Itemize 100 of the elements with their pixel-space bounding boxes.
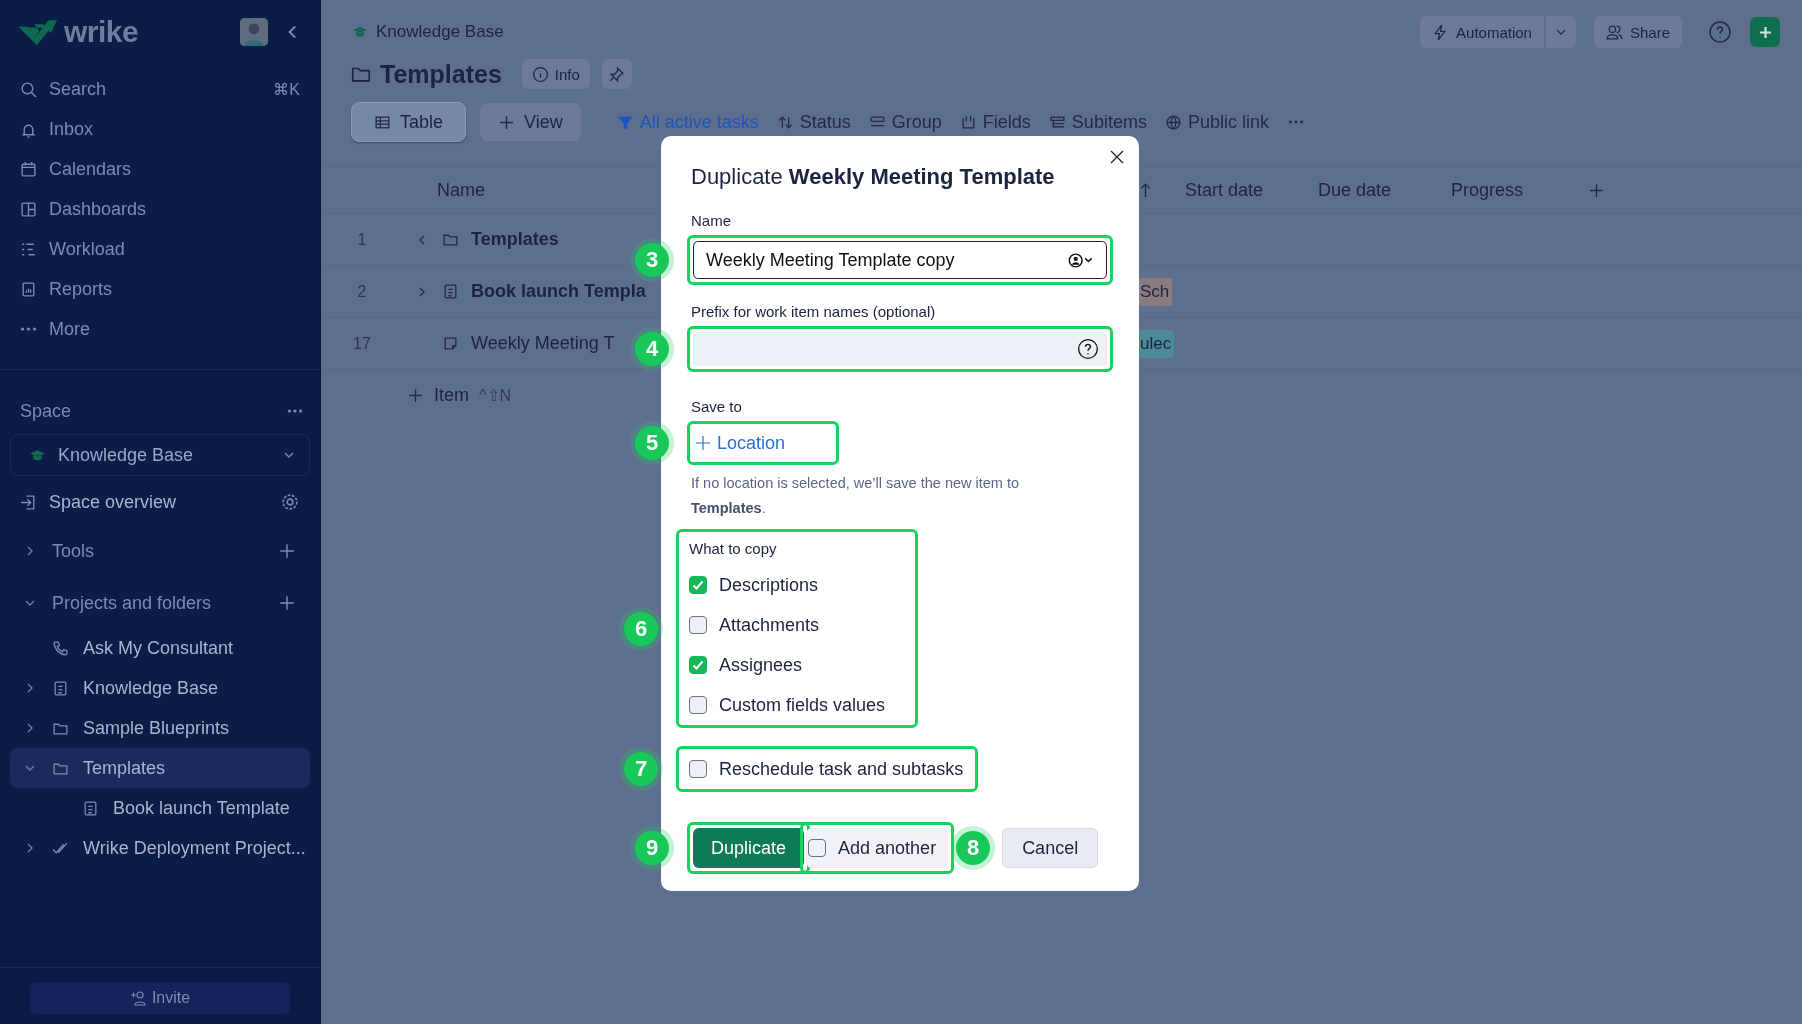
toolbar-button[interactable]: Public link: [1164, 111, 1269, 133]
dashboard-icon: [20, 200, 37, 218]
nav-item[interactable]: More: [0, 309, 320, 349]
duplicate-button[interactable]: Duplicate: [693, 828, 805, 868]
row-number: 2: [357, 282, 367, 301]
add-button[interactable]: [1750, 17, 1780, 47]
row-number: 1: [357, 230, 367, 249]
checkbox-label[interactable]: Add another: [838, 837, 937, 859]
column-header[interactable]: Start date: [1185, 179, 1264, 200]
search-icon: [20, 80, 37, 98]
tree-item[interactable]: Knowledge Base: [10, 668, 310, 708]
tree-item[interactable]: Wrike Deployment Project...: [10, 828, 310, 868]
checkbox[interactable]: [689, 616, 707, 634]
toolbar-button[interactable]: Group: [868, 111, 942, 133]
plus-icon: [1759, 26, 1771, 38]
step-badge: 4: [635, 332, 669, 366]
add-another-option[interactable]: Add another: [806, 828, 949, 868]
doc-icon: [82, 799, 99, 817]
checkmark-logo-icon: [18, 19, 58, 45]
tree-item[interactable]: Ask My Consultant: [10, 628, 310, 668]
nav-item[interactable]: Inbox: [0, 109, 320, 149]
nav-item[interactable]: Calendars: [0, 149, 320, 189]
column-header[interactable]: Name: [437, 179, 485, 201]
tree-item[interactable]: Templates: [10, 748, 310, 788]
row-title[interactable]: Templates: [471, 229, 559, 250]
section-header[interactable]: Projects and folders: [0, 578, 320, 628]
step-badge: 7: [624, 752, 658, 786]
add-item-link[interactable]: Item: [434, 384, 469, 406]
doc-icon: [52, 679, 69, 697]
column-header[interactable]: Due date: [1318, 179, 1392, 200]
pin-button[interactable]: [601, 59, 632, 89]
field-label: Name: [691, 212, 731, 229]
section-header[interactable]: Tools: [0, 526, 320, 576]
nav-item[interactable]: Search ⌘K: [0, 69, 320, 109]
nav-item[interactable]: Workload: [0, 229, 320, 269]
row-number: 17: [353, 334, 371, 353]
breadcrumb-link[interactable]: Knowledge Base: [376, 22, 504, 42]
info-button[interactable]: Info: [521, 59, 590, 89]
invite-button[interactable]: Invite: [30, 982, 290, 1014]
close-icon[interactable]: [1109, 149, 1125, 165]
name-field[interactable]: Weekly Meeting Template copy: [693, 241, 1107, 279]
share-button[interactable]: Share: [1593, 16, 1682, 48]
toolbar-button[interactable]: Subitems: [1048, 111, 1147, 133]
globe-icon: [1164, 113, 1182, 131]
toolbar-button[interactable]: Status: [776, 111, 851, 133]
field-label: Prefix for work item names (optional): [691, 303, 936, 320]
column-header[interactable]: Progress: [1451, 179, 1524, 200]
automation-button[interactable]: Automation: [1420, 16, 1544, 48]
add-column-icon[interactable]: [1588, 181, 1605, 199]
checkbox[interactable]: [689, 576, 707, 594]
toolbar-button[interactable]: Fields: [959, 111, 1031, 133]
plus-icon: [407, 386, 424, 404]
row-title[interactable]: Book launch Templa: [471, 281, 646, 302]
shortcut-hint: ⌘K: [273, 79, 300, 99]
checkbox-label[interactable]: Descriptions: [719, 574, 819, 596]
nav-item[interactable]: Dashboards: [0, 189, 320, 229]
step-badge: 9: [635, 831, 669, 865]
cancel-button[interactable]: Cancel: [1002, 828, 1099, 868]
checkbox[interactable]: [689, 696, 707, 714]
field-label: Save to: [691, 398, 742, 415]
logo-text: wrike: [64, 15, 139, 49]
step-badge: 8: [956, 831, 991, 865]
workload-icon: [20, 240, 37, 258]
checkbox-label[interactable]: Attachments: [719, 614, 820, 636]
plus-icon: [278, 542, 296, 560]
page-title: Templates: [380, 59, 502, 89]
prefix-field[interactable]: [693, 332, 1107, 366]
plus-icon: [695, 435, 711, 451]
checkbox-label[interactable]: Assignees: [719, 654, 803, 676]
group-label: What to copy: [689, 540, 778, 557]
add-view-button[interactable]: View: [480, 103, 581, 141]
pin-icon: [608, 65, 626, 83]
note-icon: [442, 335, 459, 352]
row-title[interactable]: Weekly Meeting T: [471, 333, 615, 354]
space-overview-link[interactable]: Space overview: [0, 480, 320, 524]
add-user-icon: [129, 990, 146, 1006]
more-icon: [20, 327, 37, 331]
checkbox-label[interactable]: Custom fields values: [719, 694, 886, 716]
users-icon: [1605, 23, 1623, 41]
section-label: Space: [20, 400, 72, 422]
sort-icon: [776, 113, 794, 131]
calendar-icon: [20, 160, 37, 178]
checkbox[interactable]: [808, 839, 827, 857]
checkbox[interactable]: [689, 760, 707, 778]
nav-item[interactable]: Reports: [0, 269, 320, 309]
location-button[interactable]: Location: [693, 427, 834, 459]
settings-icon[interactable]: [280, 492, 300, 512]
checkbox-label[interactable]: Reschedule task and subtasks: [719, 758, 964, 780]
checkbox[interactable]: [689, 656, 707, 674]
phone-icon: [52, 639, 69, 657]
info-icon: [531, 65, 549, 83]
step-badge: 5: [635, 426, 669, 460]
view-tab[interactable]: Table: [351, 102, 467, 142]
space-selector[interactable]: Knowledge Base: [10, 434, 310, 476]
tree-item[interactable]: Sample Blueprints: [10, 708, 310, 748]
dialog-title: Duplicate Weekly Meeting Template: [691, 164, 1055, 190]
help-icon[interactable]: [1077, 338, 1099, 360]
tree-item[interactable]: Book launch Template: [10, 788, 310, 828]
hint-text: If no location is selected, we’ll save the new item to Templates.: [691, 474, 1021, 518]
doc-icon: [442, 283, 459, 300]
